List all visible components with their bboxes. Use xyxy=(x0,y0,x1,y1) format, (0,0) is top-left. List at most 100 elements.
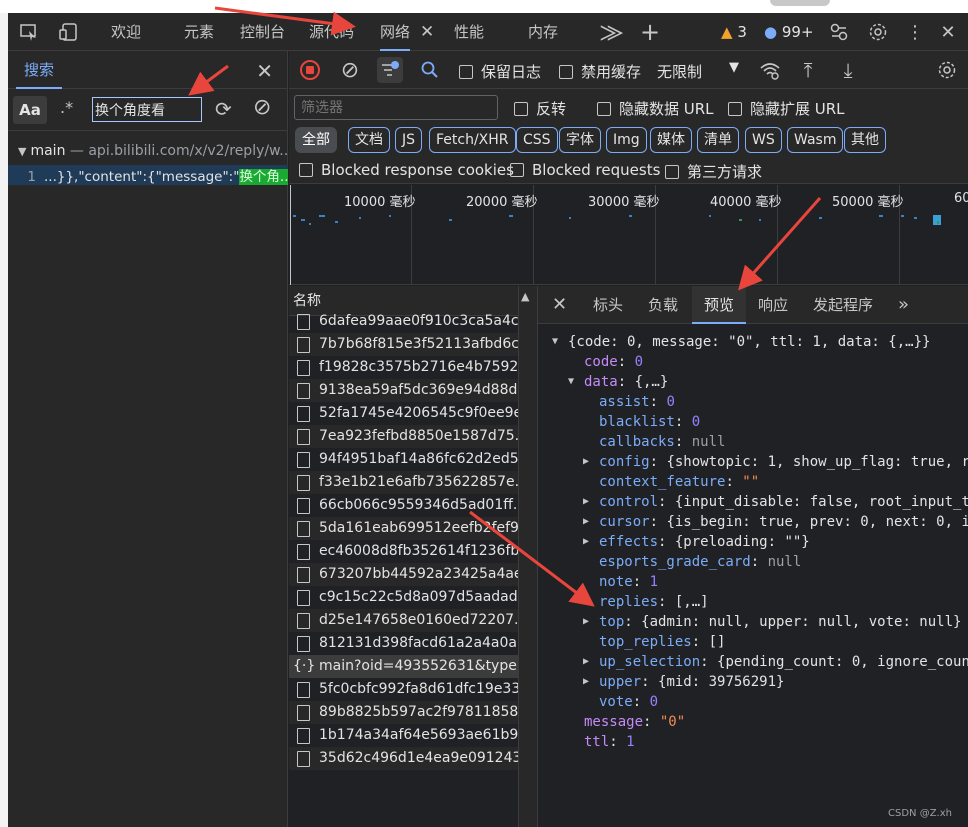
json-row-top[interactable]: ▶ top: {admin: null, upper: null, vote: n… xyxy=(538,612,968,632)
collapse-triangle-icon[interactable]: ▼ xyxy=(568,372,574,392)
json-row-up-selection[interactable]: ▶ up_selection: {pending_count: 0, ignore… xyxy=(538,652,968,672)
clear-icon[interactable]: ⊘ xyxy=(253,95,271,120)
expand-triangle-icon[interactable]: ▶ xyxy=(583,532,589,552)
clear-log-icon[interactable]: ⊘ xyxy=(337,57,363,83)
type-other[interactable]: 其他 xyxy=(844,127,886,153)
expand-triangle-icon[interactable]: ▶ xyxy=(583,512,589,532)
more-options-icon[interactable]: ⋮ xyxy=(904,21,926,43)
messages-badge[interactable]: ● 99+ xyxy=(764,23,814,41)
json-root-row[interactable]: ▼ {code: 0, message: "0", ttl: 1, data: {… xyxy=(538,332,968,352)
tab-performance[interactable]: 性能 xyxy=(454,13,484,51)
search-result-file[interactable]: ▼ main — api.bilibili.com/x/v2/reply/w... xyxy=(8,143,288,163)
export-har-icon[interactable]: ⤓ xyxy=(835,57,861,83)
add-tab-icon[interactable]: + xyxy=(640,13,660,51)
tab-elements[interactable]: 元素 xyxy=(184,13,214,51)
more-tools-icon[interactable]: ⨠ xyxy=(600,13,623,51)
request-row[interactable]: 89b8825b597ac2f97811858... xyxy=(289,701,518,724)
filter-icon[interactable] xyxy=(377,57,403,83)
expand-triangle-icon[interactable]: ▶ xyxy=(583,652,589,672)
expand-triangle-icon[interactable]: ▶ xyxy=(583,592,589,612)
tab-network[interactable]: 网络 xyxy=(380,13,411,51)
tab-sources[interactable]: 源代码 xyxy=(309,13,354,51)
close-search-icon[interactable]: ✕ xyxy=(256,59,273,83)
request-row[interactable]: 673207bb44592a23425a4ae... xyxy=(289,563,518,586)
type-css[interactable]: CSS xyxy=(516,127,558,153)
tab-search[interactable]: 搜索 xyxy=(16,51,63,89)
type-wasm[interactable]: Wasm xyxy=(787,127,844,153)
hide-data-urls-checkbox[interactable]: 隐藏数据 URL xyxy=(597,98,714,119)
type-doc[interactable]: 文档 xyxy=(348,127,390,153)
settings-gear-icon[interactable] xyxy=(867,21,889,43)
request-row[interactable]: 7ea923fefbd8850e1587d75... xyxy=(289,425,518,448)
record-icon[interactable] xyxy=(297,57,323,83)
scroll-up-arrow-icon[interactable]: ▲ xyxy=(521,290,529,303)
request-row[interactable]: 5fc0cbfc992fa8d61dfc19e33... xyxy=(289,678,518,701)
json-row-effects[interactable]: ▶ effects: {preloading: ""} xyxy=(538,532,968,552)
type-img[interactable]: Img xyxy=(606,127,647,153)
search-icon[interactable] xyxy=(417,57,443,83)
customize-icon[interactable] xyxy=(828,21,850,43)
request-row[interactable]: 66cb066c9559346d5ad01ff... xyxy=(289,494,518,517)
blocked-requests-checkbox[interactable]: Blocked requests xyxy=(510,161,660,179)
throttle-select[interactable]: 无限制 xyxy=(657,61,702,82)
request-row[interactable]: 6dafea99aae0f910c3ca5a4c... xyxy=(289,310,518,333)
tab-memory[interactable]: 内存 xyxy=(528,13,558,51)
blocked-cookies-checkbox[interactable]: Blocked response cookies xyxy=(299,161,514,179)
tab-response[interactable]: 响应 xyxy=(758,286,788,324)
hide-extension-urls-checkbox[interactable]: 隐藏扩展 URL xyxy=(728,98,845,119)
more-tabs-icon[interactable]: » xyxy=(898,286,909,324)
dropdown-arrow-icon[interactable]: ▼ xyxy=(729,60,739,75)
third-party-checkbox[interactable]: 第三方请求 xyxy=(665,161,762,182)
json-row-config[interactable]: ▶ config: {showtopic: 1, show_up_flag: tr… xyxy=(538,452,968,472)
expand-triangle-icon[interactable]: ▶ xyxy=(583,452,589,472)
request-row[interactable]: f33e1b21e6afb735622857e... xyxy=(289,471,518,494)
request-row[interactable]: 9138ea59af5dc369e94d88d... xyxy=(289,379,518,402)
regex-toggle-button[interactable]: .* xyxy=(60,98,73,117)
json-row-control[interactable]: ▶ control: {input_disable: false, root_in… xyxy=(538,492,968,512)
list-scrollbar[interactable] xyxy=(519,286,538,827)
tab-headers[interactable]: 标头 xyxy=(593,286,623,324)
json-row-data[interactable]: ▼ data: {,…} xyxy=(538,372,968,392)
request-row[interactable]: d25e147658e0160ed72207... xyxy=(289,609,518,632)
json-row-cursor[interactable]: ▶ cursor: {is_begin: true, prev: 0, next:… xyxy=(538,512,968,532)
request-row[interactable]: f19828c3575b2716e4b7592... xyxy=(289,356,518,379)
match-case-button[interactable]: Aa xyxy=(13,96,47,124)
type-all[interactable]: 全部 xyxy=(295,127,337,153)
close-network-tab-icon[interactable]: ✕ xyxy=(420,13,434,51)
request-row[interactable]: 52fa1745e4206545c9f0ee9e... xyxy=(289,402,518,425)
type-manifest[interactable]: 清单 xyxy=(697,127,739,153)
tab-console[interactable]: 控制台 xyxy=(240,13,285,51)
request-row[interactable]: 812131d398facd61a2a4a0a... xyxy=(289,632,518,655)
refresh-icon[interactable]: ⟳ xyxy=(215,97,232,121)
collapse-triangle-icon[interactable]: ▼ xyxy=(552,332,558,352)
request-row[interactable]: ec46008d8fb352614f1236fb... xyxy=(289,540,518,563)
warnings-badge[interactable]: ▲ 3 xyxy=(721,23,747,41)
expand-triangle-icon[interactable]: ▶ xyxy=(583,492,589,512)
preserve-log-checkbox[interactable]: 保留日志 xyxy=(459,61,541,82)
tab-preview[interactable]: 预览 xyxy=(692,286,747,324)
inspect-element-icon[interactable] xyxy=(18,21,40,43)
tab-payload[interactable]: 负载 xyxy=(648,286,678,324)
invert-checkbox[interactable]: 反转 xyxy=(514,98,566,119)
json-row-replies[interactable]: ▶ replies: [,…] xyxy=(538,592,968,612)
request-row[interactable]: 35d62c496d1e4ea9e091243... xyxy=(289,747,518,770)
type-js[interactable]: JS xyxy=(395,127,423,153)
close-devtools-icon[interactable]: ✕ xyxy=(937,21,959,43)
device-toolbar-icon[interactable] xyxy=(58,21,80,43)
json-row-upper[interactable]: ▶ upper: {mid: 39756291} xyxy=(538,672,968,692)
search-result-line[interactable]: 1 ...}},"content":{"message":"换个角... xyxy=(8,165,288,185)
tab-welcome[interactable]: 欢迎 xyxy=(111,13,141,51)
tab-initiator[interactable]: 发起程序 xyxy=(813,286,873,324)
filter-input[interactable] xyxy=(294,95,498,120)
type-ws[interactable]: WS xyxy=(745,127,782,153)
expand-triangle-icon[interactable]: ▶ xyxy=(583,672,589,692)
request-row-selected[interactable]: {·} main?oid=493552631&type... xyxy=(289,655,518,678)
request-row[interactable]: 1b174a34af64e5693ae61b9... xyxy=(289,724,518,747)
import-har-icon[interactable]: ⤒ xyxy=(795,57,821,83)
search-input[interactable] xyxy=(92,97,202,122)
request-row[interactable]: 5da161eab699512eefb2fef9... xyxy=(289,517,518,540)
request-row[interactable]: c9c15c22c5d8a097d5aadad... xyxy=(289,586,518,609)
network-settings-gear-icon[interactable] xyxy=(934,57,960,83)
type-fetch-xhr[interactable]: Fetch/XHR xyxy=(429,127,516,153)
network-timeline-overview[interactable]: 10000 毫秒 20000 毫秒 30000 毫秒 40000 毫秒 5000… xyxy=(289,185,968,285)
